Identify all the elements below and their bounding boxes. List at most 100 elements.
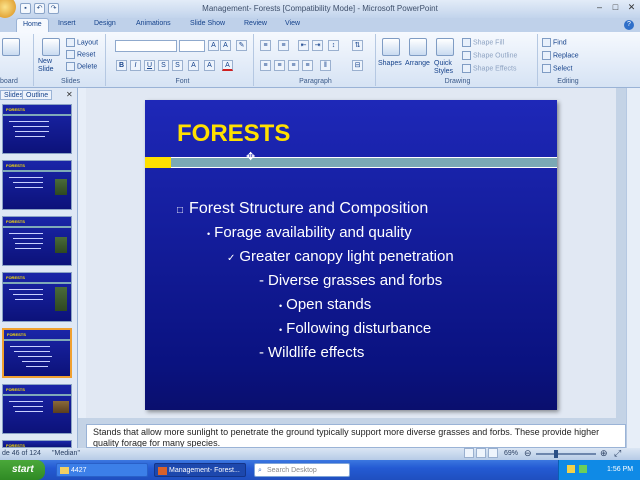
- thumb-band: [4, 339, 70, 341]
- fit-window-icon[interactable]: ⤢: [614, 448, 621, 459]
- office-button[interactable]: [0, 0, 16, 18]
- shapes-icon[interactable]: [382, 38, 400, 56]
- align-left-icon[interactable]: ≡: [260, 60, 271, 71]
- tab-insert[interactable]: Insert: [58, 20, 76, 27]
- text-direction-icon[interactable]: ⇅: [352, 40, 363, 51]
- align-center-icon[interactable]: ≡: [274, 60, 285, 71]
- taskbar-item-powerpoint[interactable]: Management- Forest...: [154, 463, 246, 477]
- bullet-item[interactable]: □ Forest Structure and Composition: [177, 200, 428, 218]
- redo-icon[interactable]: ↷: [48, 3, 59, 14]
- help-icon[interactable]: ?: [624, 20, 634, 30]
- maximize-button[interactable]: □: [608, 1, 623, 15]
- select-button[interactable]: Select: [542, 64, 572, 73]
- bold-icon[interactable]: B: [116, 60, 127, 71]
- undo-icon[interactable]: ↶: [34, 3, 45, 14]
- bullet-item[interactable]: • Following disturbance: [279, 320, 431, 337]
- minimize-button[interactable]: –: [592, 1, 607, 15]
- slideshow-view-icon[interactable]: [488, 448, 498, 458]
- normal-view-icon[interactable]: [464, 448, 474, 458]
- shadow-icon[interactable]: S: [172, 60, 183, 71]
- paste-icon[interactable]: [2, 38, 20, 56]
- tab-animations[interactable]: Animations: [136, 20, 171, 27]
- tab-slide-show[interactable]: Slide Show: [190, 20, 225, 27]
- increase-indent-icon[interactable]: ⇥: [312, 40, 323, 51]
- spacing-icon[interactable]: A: [188, 60, 199, 71]
- close-button[interactable]: ✕: [624, 1, 639, 15]
- slide-thumbnail[interactable]: FORESTS: [2, 216, 72, 266]
- find-button[interactable]: Find: [542, 38, 567, 47]
- shapes-button[interactable]: Shapes: [378, 60, 402, 67]
- font-color-icon[interactable]: A: [222, 60, 233, 71]
- desktop-search-box[interactable]: ⌕ Search Desktop: [254, 463, 350, 477]
- slide-thumbnail[interactable]: FORESTS: [2, 384, 72, 434]
- slide-thumbnail[interactable]: FORESTS: [2, 440, 72, 448]
- slides-pane-scrollbar[interactable]: [78, 88, 86, 418]
- align-right-icon[interactable]: ≡: [288, 60, 299, 71]
- numbering-icon[interactable]: ≡: [278, 40, 289, 51]
- bullet-item[interactable]: • Open stands: [279, 296, 371, 313]
- tab-home[interactable]: Home: [16, 18, 49, 32]
- slide-title[interactable]: FORESTS: [177, 120, 290, 148]
- arrange-button[interactable]: Arrange: [405, 60, 430, 67]
- slide-thumbnail[interactable]: FORESTS: [2, 272, 72, 322]
- ribbon-tabs: Home Insert Design Animations Slide Show…: [0, 18, 640, 32]
- shrink-font-icon[interactable]: A: [220, 40, 231, 51]
- slide-thumbnail[interactable]: FORESTS: [2, 104, 72, 154]
- italic-icon[interactable]: I: [130, 60, 141, 71]
- bullet-item[interactable]: - Wildlife effects: [259, 344, 364, 361]
- save-icon[interactable]: ▪: [20, 3, 31, 14]
- shape-fill-button[interactable]: Shape Fill: [462, 38, 504, 47]
- zoom-out-icon[interactable]: ⊖: [524, 448, 532, 459]
- taskbar-item-folder[interactable]: 4427: [56, 463, 148, 477]
- strikethrough-icon[interactable]: S: [158, 60, 169, 71]
- shape-effects-button[interactable]: Shape Effects: [462, 64, 516, 73]
- decrease-indent-icon[interactable]: ⇤: [298, 40, 309, 51]
- quick-styles-icon[interactable]: [436, 38, 454, 56]
- zoom-slider-thumb[interactable]: [554, 450, 558, 458]
- reset-button[interactable]: Reset: [66, 50, 95, 59]
- bullet-item[interactable]: • Forage availability and quality: [207, 224, 412, 241]
- justify-icon[interactable]: ≡: [302, 60, 313, 71]
- slide-sorter-icon[interactable]: [476, 448, 486, 458]
- new-slide-icon[interactable]: [42, 38, 60, 56]
- replace-button[interactable]: Replace: [542, 51, 579, 60]
- slide-thumbnail-selected[interactable]: FORESTS: [2, 328, 72, 378]
- underline-icon[interactable]: U: [144, 60, 155, 71]
- tab-design[interactable]: Design: [94, 20, 116, 27]
- font-size-combo[interactable]: [179, 40, 205, 52]
- tab-view[interactable]: View: [285, 20, 300, 27]
- align-text-icon[interactable]: ⊟: [352, 60, 363, 71]
- reset-label: Reset: [77, 51, 96, 59]
- tab-review[interactable]: Review: [244, 20, 267, 27]
- zoom-slider[interactable]: [536, 453, 596, 455]
- bullet-item[interactable]: - Diverse grasses and forbs: [259, 272, 442, 289]
- bullet-item[interactable]: ✓ Greater canopy light penetration: [227, 248, 454, 265]
- notes-pane[interactable]: Stands that allow more sunlight to penet…: [86, 424, 626, 448]
- tray-icon[interactable]: [567, 465, 575, 473]
- thumb-line: [9, 233, 43, 234]
- tray-icon[interactable]: [579, 465, 587, 473]
- slide-thumbnail[interactable]: FORESTS: [2, 160, 72, 210]
- slide[interactable]: FORESTS □ Forest Structure and Compositio…: [145, 100, 557, 410]
- new-slide-button[interactable]: New Slide: [38, 58, 66, 74]
- layout-button[interactable]: Layout: [66, 38, 98, 47]
- close-pane-icon[interactable]: ✕: [66, 90, 73, 99]
- shape-outline-button[interactable]: Shape Outline: [462, 51, 517, 60]
- font-name-combo[interactable]: [115, 40, 177, 52]
- bullets-icon[interactable]: ≡: [260, 40, 271, 51]
- quick-styles-button[interactable]: Quick Styles: [434, 60, 456, 76]
- search-icon: ⌕: [258, 467, 262, 474]
- zoom-level[interactable]: 69%: [504, 450, 518, 457]
- thumb-line: [26, 366, 48, 367]
- zoom-in-icon[interactable]: ⊕: [600, 448, 608, 459]
- line-spacing-icon[interactable]: ↕: [328, 40, 339, 51]
- start-button[interactable]: start: [0, 460, 45, 480]
- columns-icon[interactable]: ‖: [320, 60, 331, 71]
- change-case-icon[interactable]: A: [204, 60, 215, 71]
- slide-scrollbar[interactable]: [626, 88, 640, 448]
- clear-format-icon[interactable]: ✎: [236, 40, 247, 51]
- arrange-icon[interactable]: [409, 38, 427, 56]
- tab-outline-pane[interactable]: Outline: [22, 90, 53, 100]
- grow-font-icon[interactable]: A: [208, 40, 219, 51]
- delete-button[interactable]: Delete: [66, 62, 97, 71]
